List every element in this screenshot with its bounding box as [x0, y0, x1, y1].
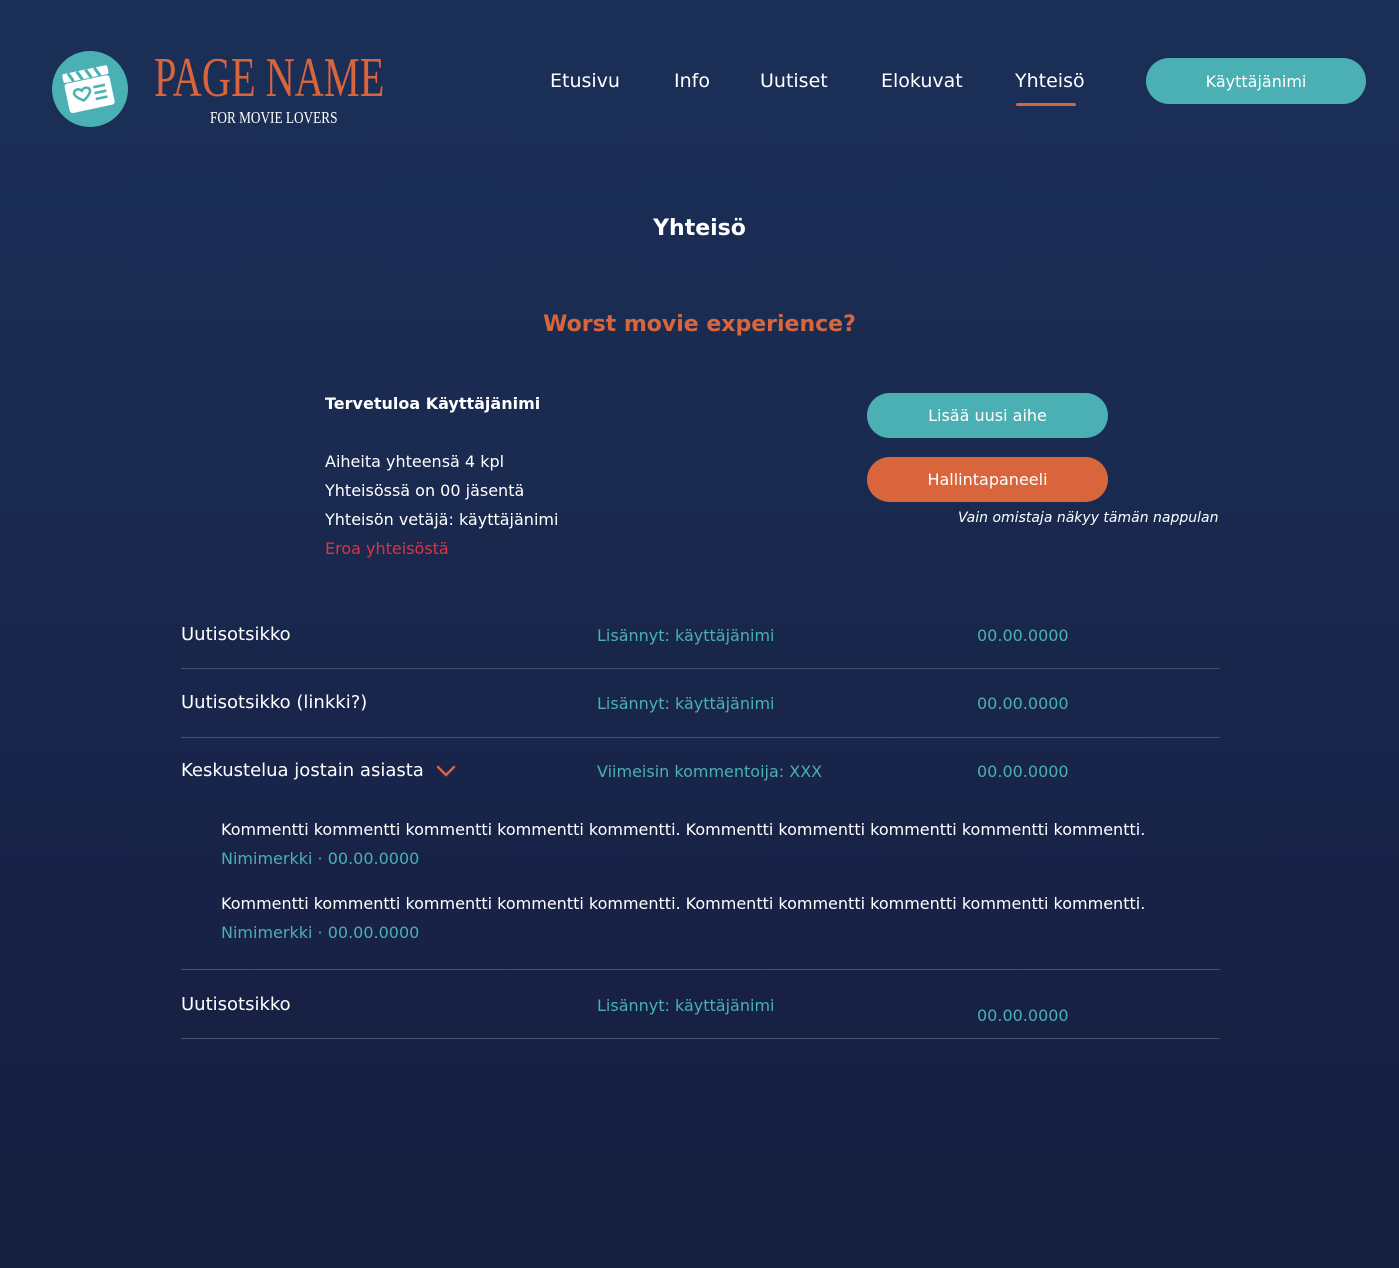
row-divider [181, 1038, 1220, 1039]
comment-text: Kommentti kommentti kommentti kommentti … [221, 894, 1146, 913]
comment-byline: Nimimerkki · 00.00.0000 [221, 849, 1145, 868]
comment-author[interactable]: Nimimerkki [221, 923, 312, 942]
topic-meta: Viimeisin kommentoija: XXX [597, 762, 823, 781]
comment-separator: · [317, 849, 323, 868]
discussion-title-text: Keskustelua jostain asiasta [181, 760, 424, 781]
nav-item-etusivu[interactable]: Etusivu [550, 70, 620, 92]
admin-panel-button[interactable]: Hallintapaneeli [867, 457, 1108, 502]
logo-subtitle: FOR MOVIE LOVERS [210, 108, 338, 127]
topic-title-link[interactable]: Uutisotsikko [181, 994, 291, 1015]
topic-title-link[interactable]: Uutisotsikko [181, 624, 291, 645]
chevron-down-icon[interactable] [436, 761, 456, 782]
clapperboard-heart-icon [52, 51, 128, 127]
nav-active-indicator [1016, 103, 1076, 106]
logo-title: PAGE NAME [154, 47, 385, 109]
comment-text: Kommentti kommentti kommentti kommentti … [221, 820, 1146, 839]
page-title: Yhteisö [653, 216, 746, 241]
comment-date: 00.00.0000 [327, 849, 420, 868]
discussion-row[interactable]: Keskustelua jostain asiasta Viimeisin ko… [181, 760, 1220, 790]
topics-count: Aiheita yhteensä 4 kpl [325, 452, 505, 471]
leave-community-link[interactable]: Eroa yhteisöstä [325, 534, 558, 563]
site-logo[interactable]: PAGE NAME FOR MOVIE LOVERS [50, 48, 410, 138]
add-topic-button[interactable]: Lisää uusi aihe [867, 393, 1108, 438]
row-divider [181, 969, 1220, 970]
topic-date: 00.00.0000 [977, 626, 1069, 645]
topic-row[interactable]: Uutisotsikko (linkki?) Lisännyt: käyttäj… [181, 692, 1220, 722]
comment-date: 00.00.0000 [327, 923, 420, 942]
row-divider [181, 737, 1220, 738]
welcome-text: Tervetuloa Käyttäjänimi [325, 394, 541, 413]
nav-item-elokuvat[interactable]: Elokuvat [881, 70, 963, 92]
comment: Kommentti kommentti kommentti kommentti … [221, 820, 1145, 868]
nav-item-uutiset[interactable]: Uutiset [760, 70, 828, 92]
topic-date: 00.00.0000 [977, 1006, 1069, 1025]
nav-item-info[interactable]: Info [674, 70, 710, 92]
community-leader: Yhteisön vetäjä: käyttäjänimi [325, 510, 559, 529]
topic-date: 00.00.0000 [977, 694, 1069, 713]
community-info: Tervetuloa Käyttäjänimi Aiheita yhteensä… [325, 394, 558, 563]
user-account-button[interactable]: Käyttäjänimi [1146, 58, 1366, 104]
members-count: Yhteisössä on 00 jäsentä [325, 481, 525, 500]
topic-row[interactable]: Uutisotsikko Lisännyt: käyttäjänimi 00.0… [181, 994, 1220, 1025]
comment-byline: Nimimerkki · 00.00.0000 [221, 923, 1145, 942]
owner-note: Vain omistaja näkyy tämän nappulan [958, 510, 1219, 526]
topic-date: 00.00.0000 [977, 762, 1069, 781]
discussion-title[interactable]: Keskustelua jostain asiasta [181, 760, 456, 782]
comment: Kommentti kommentti kommentti kommentti … [221, 894, 1145, 942]
comment-separator: · [317, 923, 323, 942]
topic-meta: Lisännyt: käyttäjänimi [597, 996, 775, 1015]
topic-title: Worst movie experience? [543, 312, 856, 337]
nav-item-yhteiso[interactable]: Yhteisö [1015, 70, 1085, 92]
row-divider [181, 668, 1220, 669]
topic-meta: Lisännyt: käyttäjänimi [597, 694, 775, 713]
topic-title-link[interactable]: Uutisotsikko (linkki?) [181, 692, 367, 713]
topic-row[interactable]: Uutisotsikko Lisännyt: käyttäjänimi 00.0… [181, 624, 1220, 654]
topic-meta: Lisännyt: käyttäjänimi [597, 626, 775, 645]
comment-author[interactable]: Nimimerkki [221, 849, 312, 868]
